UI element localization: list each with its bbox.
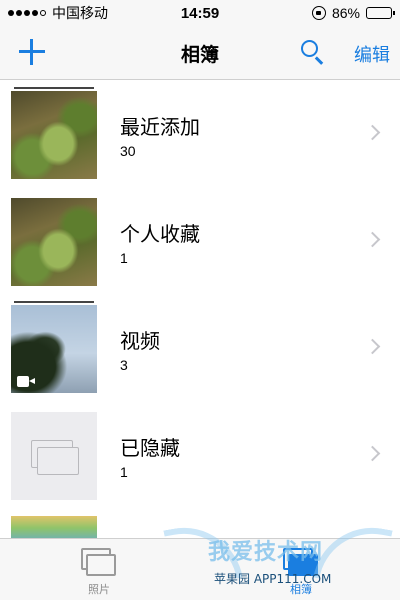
page-title: 相簿 [180, 45, 219, 66]
battery-icon [366, 7, 395, 19]
album-cover-image [11, 516, 97, 538]
edit-button[interactable]: 编辑 [354, 41, 390, 67]
tab-photos[interactable]: 照片 [34, 539, 164, 600]
album-cover-image [11, 305, 97, 393]
carrier-name: 中国移动 [52, 5, 108, 21]
search-button[interactable] [300, 39, 326, 65]
album-cover-image [11, 198, 97, 286]
albums-icon [283, 548, 319, 578]
signal-strength-icon [8, 10, 46, 16]
tab-bar: 照片 相簿 [0, 538, 400, 600]
album-title: 个人收藏 [120, 224, 200, 246]
album-count: 1 [120, 250, 128, 266]
battery-percentage: 86% [331, 5, 360, 21]
album-row-videos[interactable]: 视频 3 [0, 295, 400, 402]
chevron-right-icon [364, 124, 381, 141]
tab-label: 照片 [88, 584, 110, 596]
search-icon [301, 40, 318, 57]
photos-icon [81, 548, 117, 578]
status-bar: 中国移动 14:59 86% [0, 0, 400, 26]
chevron-right-icon [364, 231, 381, 248]
navigation-bar: 相簿 编辑 [0, 26, 400, 80]
album-row-favorites[interactable]: 个人收藏 1 [0, 188, 400, 295]
album-thumbnail [11, 301, 97, 395]
video-camera-icon [17, 376, 35, 387]
tab-albums[interactable]: 相簿 [236, 539, 366, 600]
album-thumbnail [11, 87, 97, 181]
tab-label: 相簿 [290, 584, 312, 596]
chevron-right-icon [364, 338, 381, 355]
album-thumbnail [11, 194, 97, 288]
album-count: 30 [120, 143, 136, 159]
orientation-lock-icon [311, 6, 326, 20]
album-row-recently-added[interactable]: 最近添加 30 [0, 81, 400, 188]
album-title: 视频 [120, 331, 160, 353]
album-title: 最近添加 [120, 117, 200, 139]
album-count: 3 [120, 357, 128, 373]
album-cover-image [11, 91, 97, 179]
album-row-partial[interactable] [0, 428, 400, 538]
